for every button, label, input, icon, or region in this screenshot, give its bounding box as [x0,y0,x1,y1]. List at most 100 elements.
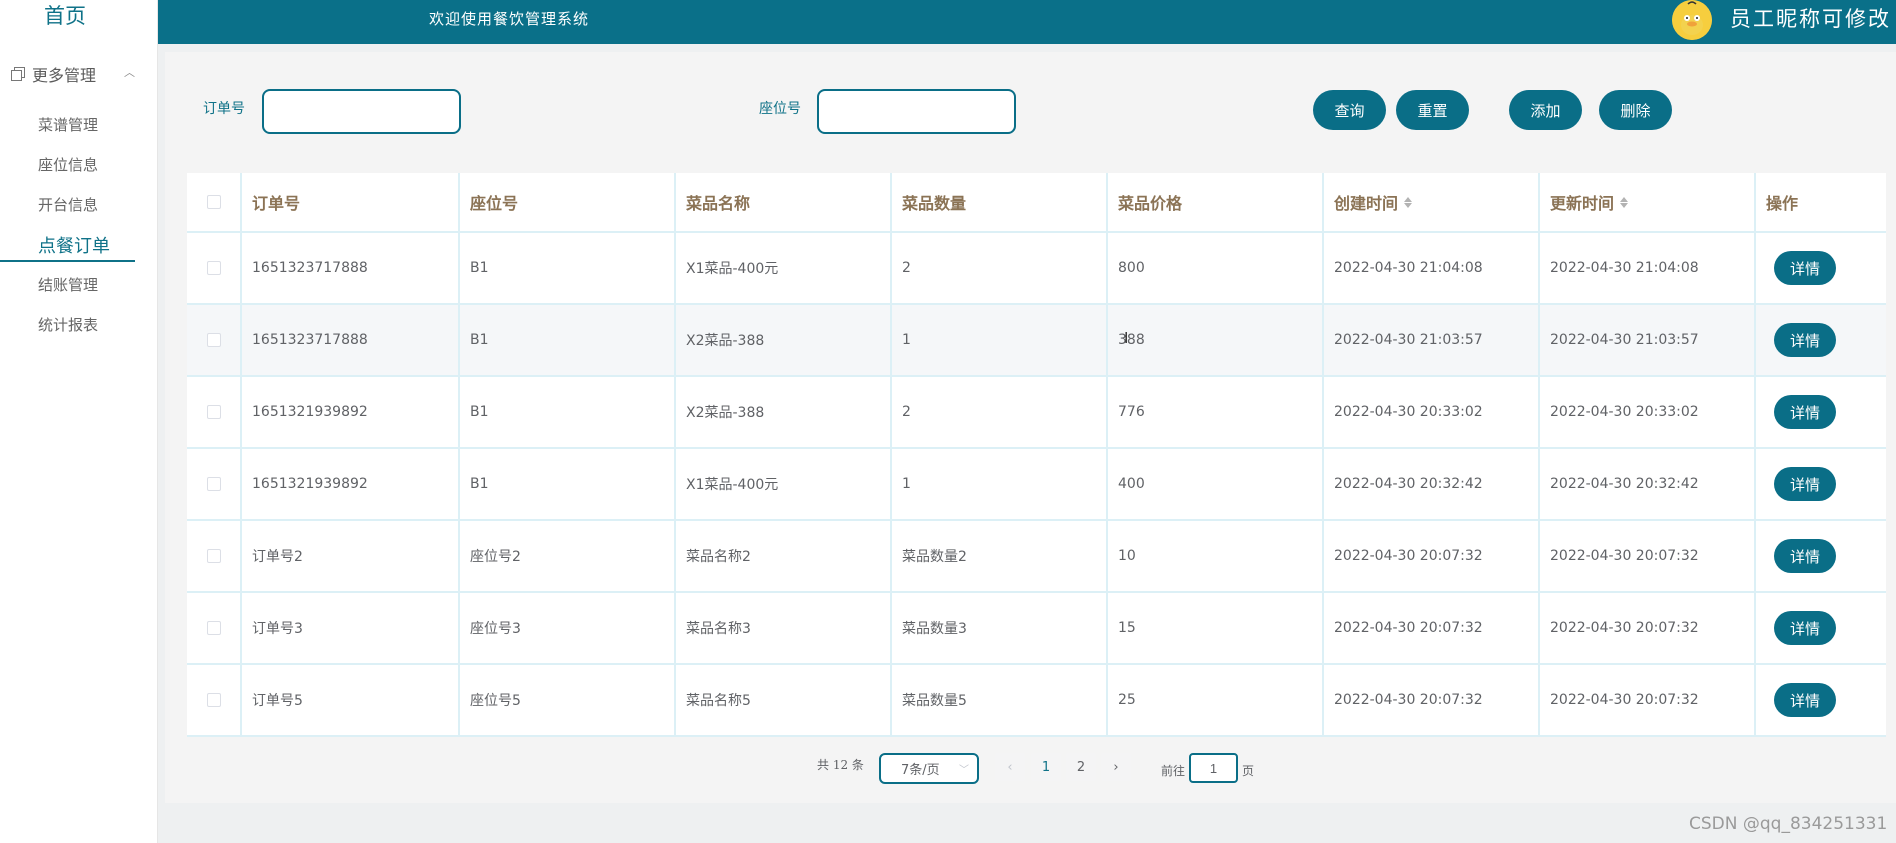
sidebar-item-orders[interactable]: 点餐订单 [0,230,135,262]
cell-updated-time: 2022-04-30 20:07:32 [1540,521,1756,591]
table-row: 订单号2 座位号2 菜品名称2 菜品数量2 10 2022-04-30 20:07:32 2… [187,521,1886,593]
column-header-updated-time[interactable]: 更新时间 [1540,173,1756,231]
detail-button[interactable]: 详情 [1774,683,1836,717]
cell-created-time: 2022-04-30 20:07:32 [1324,521,1540,591]
cell-seat-number: B1 [460,233,676,303]
column-header-created-time-label: 创建时间 [1334,194,1399,213]
cell-dish-name: X1菜品-400元 [676,233,892,303]
seat-number-label: 座位号 [759,101,801,117]
cell-created-time: 2022-04-30 21:04:08 [1324,233,1540,303]
delete-button[interactable]: 删除 [1599,90,1672,130]
column-header-dish-quantity: 菜品数量 [892,173,1108,231]
cell-dish-quantity: 1 [892,449,1108,519]
row-checkbox[interactable] [206,621,221,635]
next-page-button[interactable]: › [1101,753,1131,781]
sidebar-home-link[interactable]: 首页 [0,0,130,32]
sidebar-item-checkout-management[interactable]: 结账管理 [38,274,98,295]
cell-dish-name: 菜品名称3 [676,593,892,663]
chevron-up-icon: ︿ [124,66,135,79]
detail-button[interactable]: 详情 [1774,611,1836,645]
cell-actions: 详情 [1756,593,1886,663]
column-header-dish-price: 菜品价格 [1108,173,1324,231]
detail-button[interactable]: 详情 [1774,539,1836,573]
cell-updated-time: 2022-04-30 20:33:02 [1540,377,1756,447]
column-header-actions: 操作 [1766,194,1799,213]
user-nickname[interactable]: 员工昵称可修改 [1730,3,1891,33]
page-size-select[interactable]: 7条/页 ﹀ [879,753,979,784]
sidebar: 首页 更多管理 ︿ 菜谱管理 座位信息 开台信息 点餐订单 结账管理 统计报表 [0,0,158,843]
cell-seat-number: 座位号3 [460,593,676,663]
copy-icon [6,67,30,81]
cell-dish-price: 800 [1108,233,1324,303]
sort-icon[interactable] [1620,196,1629,208]
row-select-cell [187,521,242,591]
prev-page-button[interactable]: ‹ [995,753,1025,781]
duck-avatar-icon [1672,0,1712,40]
cell-order-number: 1651323717888 [242,233,460,303]
table-row: 1651323717888 B1 X1菜品-400元 2 800 2022-04-30 2… [187,233,1886,305]
page-1-button[interactable]: 1 [1031,753,1061,781]
cell-updated-time: 2022-04-30 21:03:57 [1540,305,1756,375]
cell-actions: 详情 [1756,521,1886,591]
column-header-dish-name: 菜品名称 [676,173,892,231]
goto-page-input[interactable] [1189,753,1238,783]
cell-dish-name: X2菜品-388 [676,377,892,447]
sidebar-item-menu-management[interactable]: 菜谱管理 [38,114,98,135]
text-cursor-icon: I [1124,329,1129,347]
cell-dish-quantity: 菜品数量3 [892,593,1108,663]
sidebar-group-more-management[interactable]: 更多管理 ︿ [0,59,158,89]
cell-updated-time: 2022-04-30 20:07:32 [1540,593,1756,663]
goto-suffix: 页 [1242,764,1255,778]
sidebar-item-seat-info[interactable]: 座位信息 [38,154,98,175]
row-select-cell [187,449,242,519]
column-header-created-time[interactable]: 创建时间 [1324,173,1540,231]
row-select-cell [187,377,242,447]
cell-dish-name: X1菜品-400元 [676,449,892,519]
sidebar-item-statistics-report[interactable]: 统计报表 [38,314,98,335]
cell-order-number: 1651321939892 [242,449,460,519]
cell-actions: 详情 [1756,665,1886,735]
row-checkbox[interactable] [206,477,221,491]
sort-icon[interactable] [1404,196,1413,208]
avatar[interactable] [1672,0,1712,40]
cell-dish-quantity: 2 [892,233,1108,303]
cell-dish-quantity: 菜品数量2 [892,521,1108,591]
column-header-order-number: 订单号 [242,173,460,231]
cell-actions: 详情 [1756,449,1886,519]
sidebar-item-orders-label: 点餐订单 [38,236,110,257]
add-button[interactable]: 添加 [1509,90,1582,130]
order-number-input[interactable] [262,89,461,134]
orders-table: 订单号 座位号 菜品名称 菜品数量 菜品价格 创建时间 更新时间 操作 1651… [187,173,1886,737]
query-button[interactable]: 查询 [1313,90,1386,130]
cell-created-time: 2022-04-30 20:33:02 [1324,377,1540,447]
row-checkbox[interactable] [206,333,221,347]
page-2-button[interactable]: 2 [1066,753,1096,781]
watermark: CSDN @qq_834251331 [1689,814,1888,834]
cell-dish-price: 388 [1108,305,1324,375]
sidebar-group-label: 更多管理 [32,66,97,85]
detail-button[interactable]: 详情 [1774,251,1836,285]
row-checkbox[interactable] [206,549,221,563]
cell-created-time: 2022-04-30 21:03:57 [1324,305,1540,375]
table-row: 1651321939892 B1 X1菜品-400元 1 400 2022-04-30 2… [187,449,1886,521]
cell-seat-number: B1 [460,377,676,447]
row-checkbox[interactable] [206,261,221,275]
reset-button[interactable]: 重置 [1396,90,1469,130]
row-select-cell [187,593,242,663]
select-all-checkbox[interactable] [206,195,221,209]
cell-updated-time: 2022-04-30 20:07:32 [1540,665,1756,735]
detail-button[interactable]: 详情 [1774,467,1836,501]
pagination-total: 共 12 条 [817,758,864,772]
sidebar-item-table-open-info[interactable]: 开台信息 [38,194,98,215]
row-checkbox[interactable] [206,693,221,707]
row-checkbox[interactable] [206,405,221,419]
detail-button[interactable]: 详情 [1774,323,1836,357]
cell-actions: 详情 [1756,377,1886,447]
seat-number-input[interactable] [817,89,1016,134]
cell-actions: 详情 [1756,305,1886,375]
cell-dish-name: 菜品名称2 [676,521,892,591]
column-header-updated-time-label: 更新时间 [1550,194,1615,213]
row-select-cell [187,233,242,303]
detail-button[interactable]: 详情 [1774,395,1836,429]
row-select-cell [187,305,242,375]
